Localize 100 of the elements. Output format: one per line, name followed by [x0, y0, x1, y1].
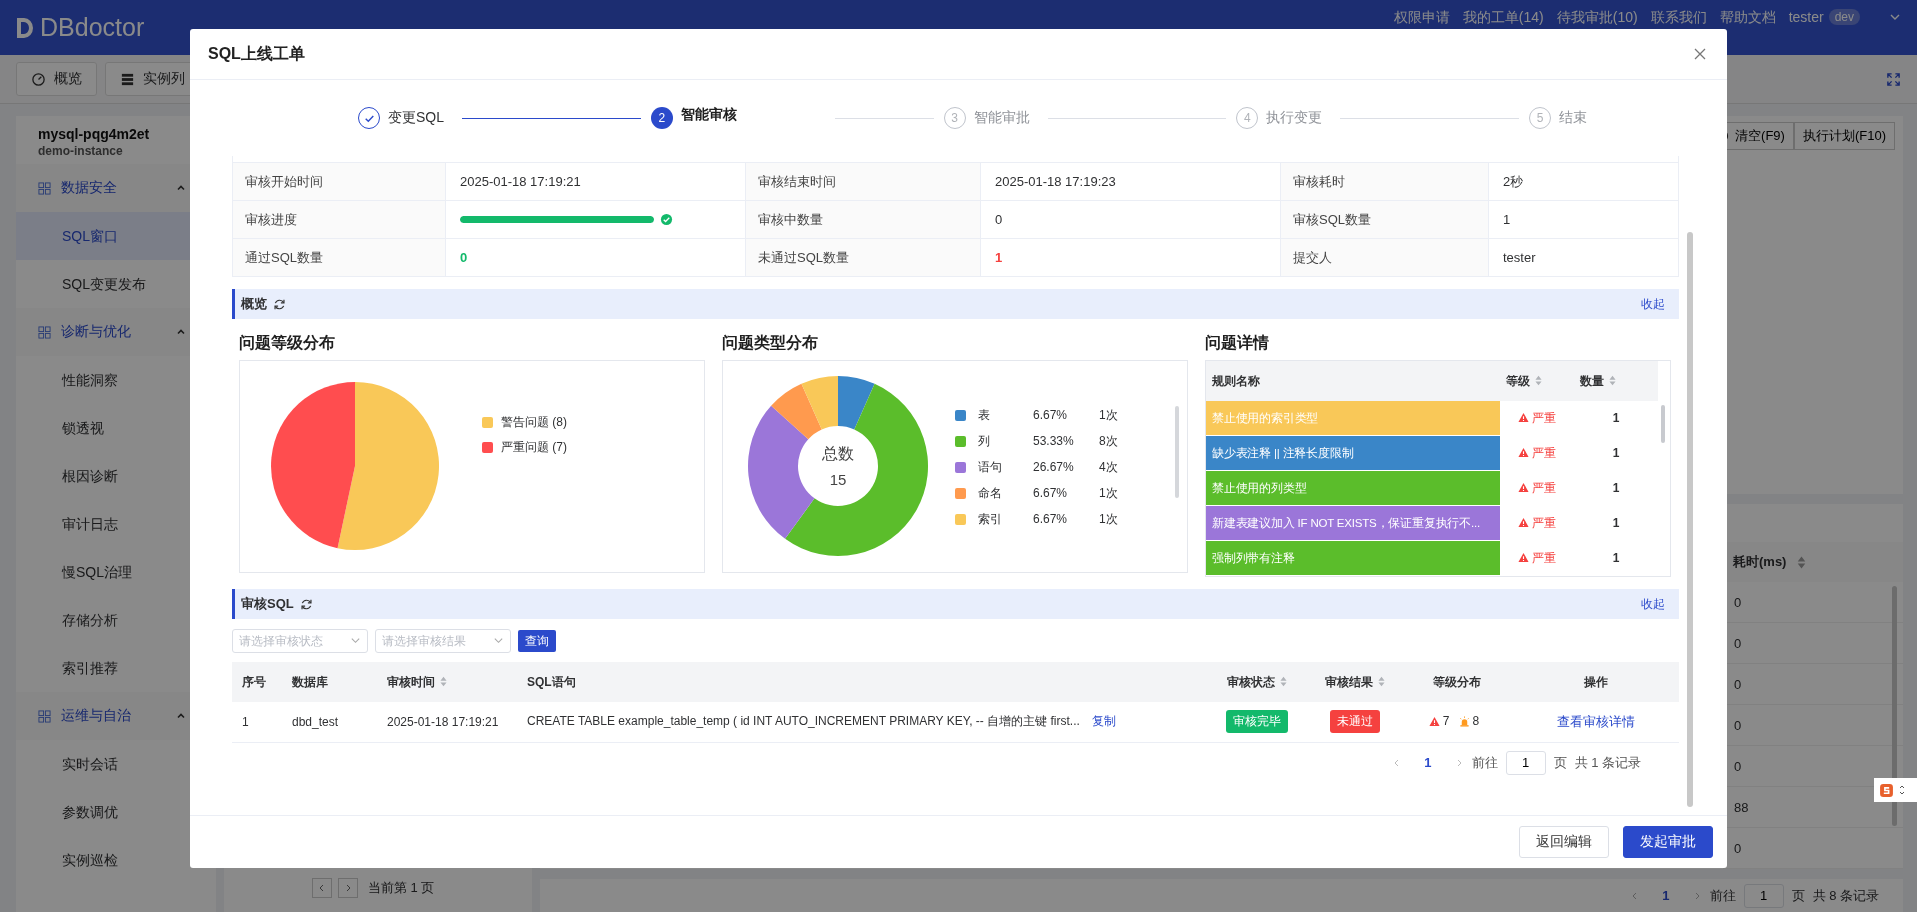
sort-icon[interactable] — [1609, 374, 1616, 386]
select-field[interactable]: 请选择审核状态 — [232, 629, 368, 653]
legend-count: 4次 — [1099, 458, 1118, 476]
select-field[interactable]: 请选择审核结果 — [375, 629, 511, 653]
field-label: 未通过SQL数量 — [745, 238, 981, 277]
donut-slice[interactable] — [771, 383, 822, 440]
close-icon[interactable] — [1693, 47, 1707, 61]
toolbar-button[interactable]: 执行计划(F10) — [1793, 122, 1895, 150]
level-count: 8 — [1472, 714, 1480, 728]
grid-icon — [38, 325, 51, 339]
logo-text: DBdoctor — [40, 13, 145, 42]
page-input[interactable]: 1 — [1743, 883, 1784, 908]
scrollbar[interactable] — [1687, 232, 1693, 807]
warning-icon — [1428, 715, 1440, 727]
severity-label: 严重 — [1532, 515, 1556, 530]
up-down-icon — [1899, 783, 1905, 797]
donut-slice[interactable] — [838, 376, 875, 430]
table-cell: 1 — [1574, 470, 1658, 506]
footer-button[interactable]: 返回编辑 — [1519, 826, 1609, 858]
legend-label[interactable]: 警告问题 (8) — [501, 414, 567, 431]
nav-tab[interactable]: 概览 — [16, 62, 97, 96]
page-info: 当前第 1 页 — [368, 879, 435, 897]
pie-slice[interactable] — [337, 382, 439, 550]
column-header[interactable]: 数量 — [1580, 372, 1604, 390]
fullscreen-icon[interactable] — [1886, 71, 1901, 87]
footer-button[interactable]: 发起审批 — [1623, 826, 1713, 858]
pie-slice[interactable] — [271, 382, 355, 549]
column-header[interactable]: 耗时(ms) — [1723, 553, 1787, 572]
scrollbar[interactable] — [1175, 406, 1179, 498]
page-number[interactable]: 1 — [1410, 755, 1446, 770]
header-link[interactable]: 我的工单(14) — [1462, 9, 1544, 25]
grid-icon — [38, 709, 51, 723]
legend-label[interactable]: 索引 — [966, 510, 1033, 528]
instance-name: mysql-pqg4m2et — [37, 125, 151, 142]
refresh-icon[interactable] — [273, 297, 286, 311]
chevron-icon[interactable] — [176, 711, 186, 721]
copy-link[interactable]: 复制 — [1091, 713, 1116, 731]
page-input[interactable]: 1 — [1505, 750, 1546, 775]
column-header[interactable]: 操作 — [1583, 673, 1608, 691]
legend-count: 8次 — [1099, 432, 1118, 450]
column-header[interactable]: 规则名称 — [1212, 372, 1260, 390]
chevron-icon[interactable] — [176, 183, 186, 193]
prev-page-button[interactable] — [312, 878, 332, 898]
legend-count: 1次 — [1099, 406, 1118, 424]
field-value: 1 — [1488, 200, 1679, 239]
user-name[interactable]: tester — [1788, 9, 1824, 25]
legend-label[interactable]: 严重问题 (7) — [501, 439, 567, 456]
detail-link[interactable]: 查看审核详情 — [1556, 713, 1635, 729]
chart-title: 问题等级分布 — [239, 333, 336, 353]
chevron-down-icon[interactable] — [493, 635, 504, 646]
next-page-button[interactable] — [338, 878, 358, 898]
legend-percent: 6.67% — [1033, 512, 1069, 526]
table-cell: 1 — [1574, 435, 1658, 471]
goto-label: 前往 — [1709, 886, 1736, 905]
field-label: 审核中数量 — [745, 200, 981, 239]
field-label: 提交人 — [1280, 238, 1489, 277]
field-value: 2025-01-18 17:19:21 — [445, 162, 746, 201]
warning-icon — [1518, 516, 1529, 528]
page-number[interactable]: 1 — [1648, 888, 1684, 904]
chevron-down-icon[interactable] — [350, 635, 361, 646]
legend-label[interactable]: 表 — [966, 406, 1033, 424]
column-header[interactable]: 数据库 — [292, 673, 328, 691]
query-button[interactable]: 查询 — [518, 630, 556, 652]
header-link[interactable]: 联系我们 — [1650, 9, 1707, 25]
legend-label[interactable]: 命名 — [966, 484, 1033, 502]
donut-slice[interactable] — [748, 405, 815, 539]
legend-label[interactable]: 列 — [966, 432, 1033, 450]
input-method-widget[interactable] — [1874, 778, 1917, 802]
tab-label: 实例列 — [143, 70, 185, 88]
scrollbar[interactable] — [1661, 405, 1665, 443]
column-header[interactable]: 等级 — [1506, 372, 1530, 390]
tab-label: 概览 — [54, 70, 82, 88]
sort-icon[interactable] — [1797, 555, 1807, 569]
page-unit: 页 — [1553, 753, 1567, 772]
donut-slice[interactable] — [801, 376, 838, 430]
sort-icon[interactable] — [1535, 374, 1542, 386]
header-link[interactable]: 权限申请 — [1393, 9, 1450, 25]
chevron-icon[interactable] — [176, 327, 186, 337]
legend-label[interactable]: 语句 — [966, 458, 1033, 476]
collapse-link[interactable]: 收起 — [1641, 295, 1665, 313]
field-value: 1 — [980, 238, 1281, 277]
field-value: 0 — [980, 200, 1281, 239]
collapse-link[interactable]: 收起 — [1641, 595, 1665, 613]
group-label: 运维与自治 — [61, 707, 132, 725]
result-tag: 未通过 — [1329, 710, 1380, 734]
rule-name: 强制列带有注释 — [1206, 540, 1500, 576]
column-header[interactable]: 审核时间 — [387, 673, 435, 691]
column-header[interactable]: 等级分布 — [1433, 673, 1481, 691]
sort-icon[interactable] — [440, 675, 447, 687]
header-link[interactable]: 待我审批(10) — [1556, 9, 1638, 25]
step-label: 执行变更 — [1266, 109, 1323, 127]
sort-icon[interactable] — [1280, 675, 1287, 687]
sort-icon[interactable] — [1377, 675, 1385, 687]
donut-slice[interactable] — [785, 383, 928, 556]
field-value: tester — [1488, 238, 1679, 277]
scrollbar[interactable] — [1892, 586, 1897, 827]
column-header[interactable]: SQL语句 — [527, 673, 576, 691]
header-link[interactable]: 帮助文档 — [1719, 9, 1776, 25]
table-cell: 1 — [1574, 540, 1658, 576]
refresh-icon[interactable] — [299, 597, 313, 611]
